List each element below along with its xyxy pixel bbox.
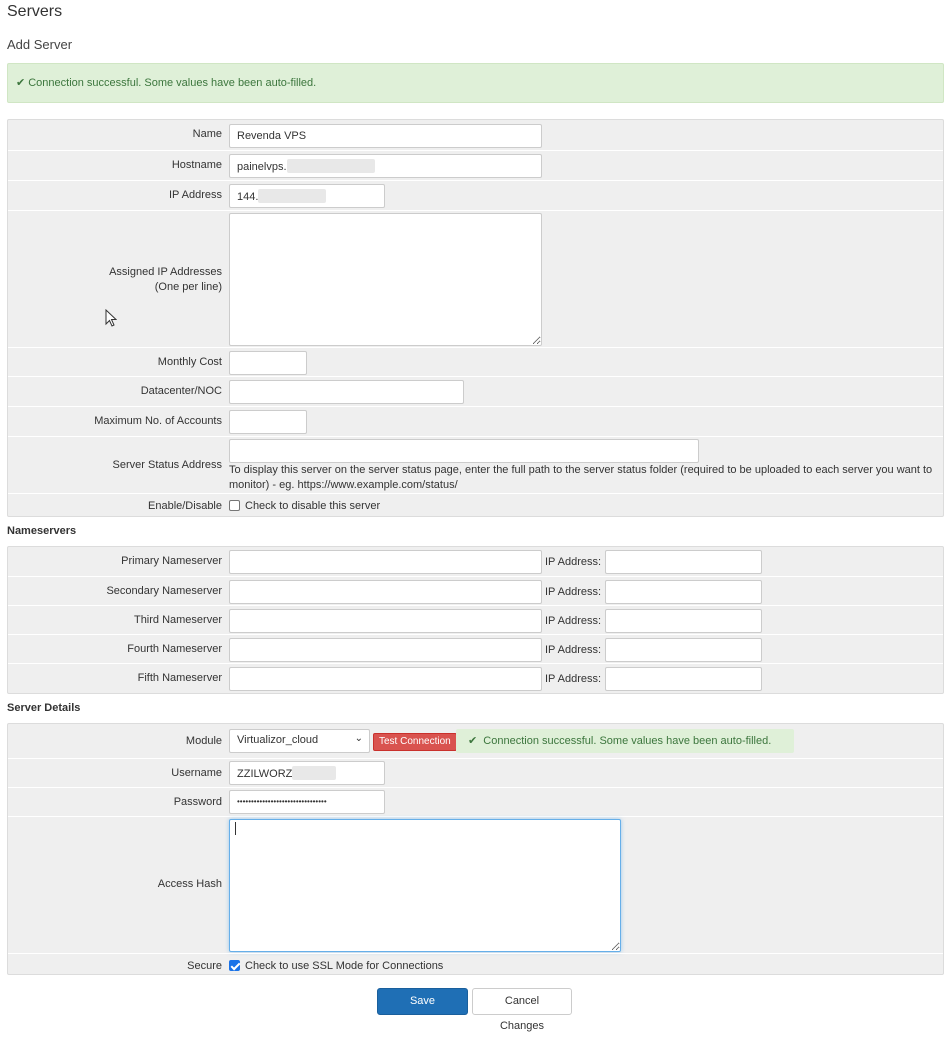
access-hash-label: Access Hash — [157, 878, 222, 890]
username-input[interactable]: ZZILWORZ — [229, 761, 385, 785]
third-nameserver-input[interactable] — [229, 609, 542, 633]
access-hash-textarea[interactable] — [229, 819, 621, 952]
fifth-nameserver-label: Fifth Nameserver — [137, 672, 222, 684]
ns2-ip-label: IP Address: — [545, 586, 602, 598]
datacenter-label: Datacenter/NOC — [140, 385, 222, 397]
password-label: Password — [173, 796, 222, 808]
username-label: Username — [171, 767, 222, 779]
mouse-pointer-icon — [105, 308, 118, 330]
inline-success-text: Connection successful. Some values have … — [483, 735, 772, 747]
success-alert: ✔ Connection successful. Some values have… — [7, 63, 944, 103]
max-accounts-label: Maximum No. of Accounts — [94, 415, 222, 427]
secure-text: Check to use SSL Mode for Connections — [245, 960, 444, 972]
secondary-nameserver-input[interactable] — [229, 580, 542, 604]
disable-server-checkbox-wrap[interactable]: Check to disable this server — [229, 500, 380, 512]
assigned-ips-label: Assigned IP Addresses (One per line) — [8, 265, 222, 295]
ns3-ip-input[interactable] — [605, 609, 762, 633]
nameservers-title: Nameservers — [7, 525, 77, 537]
page-title: Servers — [7, 3, 63, 20]
secondary-nameserver-label: Secondary Nameserver — [106, 585, 222, 597]
module-label: Module — [185, 735, 222, 747]
ns5-ip-label: IP Address: — [545, 673, 602, 685]
ip-address-label: IP Address — [169, 189, 222, 201]
alert-message: Connection successful. Some values have … — [28, 77, 317, 89]
hostname-input[interactable]: painelvps. — [229, 154, 542, 178]
primary-nameserver-input[interactable] — [229, 550, 542, 574]
disable-server-checkbox[interactable] — [229, 500, 240, 511]
check-icon: ✔ — [468, 735, 478, 747]
text-caret — [235, 822, 236, 835]
ns5-ip-input[interactable] — [605, 667, 762, 691]
third-nameserver-label: Third Nameserver — [133, 614, 222, 626]
nameservers-panel: Primary Nameserver IP Address: Secondary… — [7, 546, 944, 694]
enable-disable-label: Enable/Disable — [148, 500, 222, 512]
module-select[interactable]: Virtualizor_cloud ⌄ — [229, 729, 370, 753]
fourth-nameserver-label: Fourth Nameserver — [127, 643, 222, 655]
check-icon: ✔ — [16, 77, 26, 89]
primary-nameserver-label: Primary Nameserver — [121, 555, 222, 567]
redacted-block — [258, 189, 327, 203]
ns2-ip-input[interactable] — [605, 580, 762, 604]
datacenter-input[interactable] — [229, 380, 464, 404]
hostname-value: painelvps. — [237, 161, 287, 173]
cancel-changes-button[interactable]: Cancel Changes — [472, 988, 572, 1032]
disable-server-text: Check to disable this server — [245, 500, 381, 512]
server-details-panel: Module Virtualizor_cloud ⌄ Test Connecti… — [7, 723, 944, 975]
test-connection-button[interactable]: Test Connection — [373, 733, 457, 751]
secure-checkbox[interactable] — [229, 960, 240, 971]
assigned-ips-label-line1: Assigned IP Addresses — [109, 266, 222, 278]
module-value: Virtualizor_cloud — [237, 734, 319, 746]
redacted-block — [286, 159, 375, 173]
page-subtitle: Add Server — [7, 37, 73, 52]
password-input[interactable]: •••••••••••••••••••••••••••••••• — [229, 790, 385, 814]
inline-success-message: ✔ Connection successful. Some values hav… — [456, 729, 794, 753]
save-changes-button[interactable]: Save Changes — [377, 988, 468, 1032]
ns4-ip-input[interactable] — [605, 638, 762, 662]
name-input[interactable] — [229, 124, 542, 148]
fifth-nameserver-input[interactable] — [229, 667, 542, 691]
server-details-title: Server Details — [7, 702, 81, 714]
redacted-block — [292, 766, 337, 780]
name-label: Name — [192, 128, 222, 140]
status-address-help: To display this server on the server sta… — [229, 464, 933, 491]
ns1-ip-label: IP Address: — [545, 556, 602, 568]
assigned-ips-label-line2: (One per line) — [154, 281, 222, 293]
ip-value: 144. — [237, 191, 259, 203]
secure-checkbox-wrap[interactable]: Check to use SSL Mode for Connections — [229, 960, 443, 972]
password-value: •••••••••••••••••••••••••••••••• — [237, 797, 327, 806]
ns3-ip-label: IP Address: — [545, 615, 602, 627]
ns1-ip-input[interactable] — [605, 550, 762, 574]
secure-label: Secure — [187, 960, 222, 972]
assigned-ips-textarea[interactable] — [229, 213, 542, 346]
max-accounts-input[interactable] — [229, 410, 307, 434]
monthly-cost-input[interactable] — [229, 351, 307, 375]
fourth-nameserver-input[interactable] — [229, 638, 542, 662]
chevron-down-icon: ⌄ — [354, 733, 363, 744]
monthly-cost-label: Monthly Cost — [157, 356, 222, 368]
username-value: ZZILWORZ — [237, 768, 293, 780]
status-address-label: Server Status Address — [112, 459, 222, 471]
ns4-ip-label: IP Address: — [545, 644, 602, 656]
ip-address-input[interactable]: 144. — [229, 184, 385, 208]
hostname-label: Hostname — [171, 159, 222, 171]
status-address-input[interactable] — [229, 439, 699, 463]
server-info-panel: Name Hostname painelvps. IP Address 144.… — [7, 119, 944, 517]
